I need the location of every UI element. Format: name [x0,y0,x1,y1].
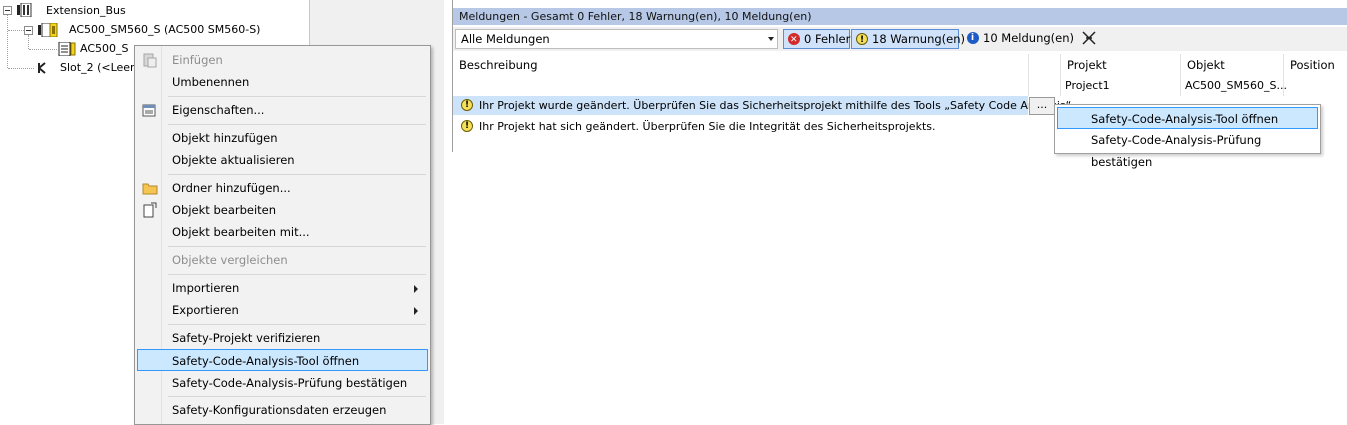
menu-item-label: Safety-Code-Analysis-Prüfung bestätigen [172,376,408,390]
column-header-projekt[interactable]: Projekt [1061,54,1181,76]
warnings-label: 18 Warnung(en) [872,32,965,46]
tree-item-label: AC500_SM560_S (AC500 SM560-S) [69,23,261,36]
menu-item-label: Eigenschaften... [172,103,265,117]
column-divider [1060,54,1061,96]
popup-item-safety-code-analysis-tool-oeffnen[interactable]: Safety-Code-Analysis-Tool öffnen [1057,107,1318,129]
warning-icon [856,31,868,49]
tree-line [7,15,8,68]
warnings-toggle-button[interactable]: 18 Warnung(en) [851,29,965,49]
tree-line [29,49,57,50]
column-divider [1028,54,1029,96]
collapse-toggle[interactable] [24,26,33,35]
warning-icon [461,117,473,136]
warning-icon [461,96,473,115]
paste-icon [142,52,158,68]
menu-item-importieren[interactable]: Importieren [137,277,428,299]
menu-item-exportieren[interactable]: Exportieren [137,299,428,321]
table-row-selected[interactable]: Ihr Projekt wurde geändert. Überprüfen S… [453,96,1075,115]
menu-separator [168,396,426,397]
menu-separator [168,324,426,325]
menu-item-label: Einfügen [172,53,223,67]
tree-line [28,35,29,49]
column-header-position[interactable]: Position [1284,54,1347,76]
menu-item-umbenennen[interactable]: Umbenennen [137,71,428,93]
menu-item-label: Objekte aktualisieren [172,153,295,167]
table-row[interactable]: Ihr Projekt hat sich geändert. Überprüfe… [453,117,1053,136]
info-label: 10 Meldung(en) [983,31,1074,45]
menu-item-ordner-hinzufuegen[interactable]: Ordner hinzufügen... [137,177,428,199]
row-action-button[interactable]: ... [1029,97,1055,115]
clear-messages-button[interactable] [1081,29,1101,49]
menu-item-label: Safety-Konfigurationsdaten erzeugen [172,403,387,417]
tree-item-label: Extension_Bus [46,4,126,17]
menu-item-label: Objekt bearbeiten [172,203,277,217]
submenu-arrow-icon [414,285,418,293]
menu-separator [168,124,426,125]
errors-toggle-button[interactable]: 0 Fehler [783,29,850,49]
menu-item-label: Safety-Projekt verifizieren [172,331,321,345]
slot-icon [36,61,52,75]
menu-item-label: Objekte vergleichen [172,253,288,267]
column-divider [1180,54,1181,96]
menu-item-label: Umbenennen [172,75,250,89]
menu-item-safety-projekt-verifizieren[interactable]: Safety-Projekt verifizieren [137,327,428,349]
menu-item-einfuegen[interactable]: Einfügen [137,49,428,71]
safety-module-icon [38,22,58,38]
menu-item-label: Exportieren [172,303,239,317]
program-icon [58,41,76,57]
popup-item-label: Safety-Code-Analysis-Tool öffnen [1091,112,1279,126]
menu-separator [168,96,426,97]
menu-item-safety-code-analysis-pruefung-bestaetigen[interactable]: Safety-Code-Analysis-Prüfung bestätigen [137,372,428,394]
bus-icon [17,2,33,18]
clear-messages-icon [1082,31,1096,45]
popup-item-safety-code-analysis-pruefung-bestaetigen[interactable]: Safety-Code-Analysis-Prüfung bestätigen [1057,129,1318,169]
properties-icon [142,102,158,118]
menu-item-safety-code-analysis-tool-oeffnen[interactable]: Safety-Code-Analysis-Tool öffnen [137,349,428,371]
menu-separator [168,274,426,275]
message-filter-select[interactable]: Alle Meldungen [455,29,778,49]
tree-item-label: AC500_S [80,42,129,55]
menu-separator [168,174,426,175]
row-1-project: Project1 [1065,79,1110,92]
filter-value: Alle Meldungen [461,32,550,46]
menu-item-objekt-hinzufuegen[interactable]: Objekt hinzufügen [137,127,428,149]
menu-item-objekte-aktualisieren[interactable]: Objekte aktualisieren [137,149,428,171]
menu-item-label: Importieren [172,281,240,295]
info-icon [967,29,979,47]
tree-line [8,30,24,31]
menu-item-eigenschaften[interactable]: Eigenschaften... [137,99,428,121]
row-1-object: AC500_SM560_S... [1185,79,1287,92]
row-action-popup-menu: Safety-Code-Analysis-Tool öffnen Safety-… [1054,104,1321,169]
menu-item-safety-konfigurationsdaten-erzeugen[interactable]: Safety-Konfigurationsdaten erzeugen [137,399,428,421]
submenu-arrow-icon [414,307,418,315]
messages-title: Meldungen - Gesamt 0 Fehler, 18 Warnung(… [453,8,1347,25]
menu-item-label: Ordner hinzufügen... [172,181,291,195]
menu-item-label: Objekt hinzufügen [172,131,278,145]
menu-item-label: Objekt bearbeiten mit... [172,225,310,239]
info-toggle-button[interactable]: 10 Meldung(en) [963,29,1074,49]
errors-label: 0 Fehler [804,32,851,46]
error-icon [788,31,800,49]
column-header-beschreibung[interactable]: Beschreibung [453,54,1029,76]
menu-item-objekte-vergleichen[interactable]: Objekte vergleichen [137,249,428,271]
menu-item-label: Safety-Code-Analysis-Tool öffnen [172,354,360,368]
tree-line [8,68,34,69]
menu-separator [168,246,426,247]
folder-icon [142,180,158,196]
edit-object-icon [142,202,158,218]
menu-item-objekt-bearbeiten-mit[interactable]: Objekt bearbeiten mit... [137,221,428,243]
row-description: Ihr Projekt hat sich geändert. Überprüfe… [479,120,936,133]
chevron-down-icon [768,37,774,41]
column-header-objekt[interactable]: Objekt [1181,54,1284,76]
collapse-toggle[interactable] [3,6,12,15]
messages-toolbar: Alle Meldungen 0 Fehler 18 Warnung(en) 1… [453,27,1347,51]
popup-item-label: Safety-Code-Analysis-Prüfung bestätigen [1091,133,1262,169]
context-menu: Einfügen Umbenennen Eigenschaften... Obj… [134,45,431,425]
menu-item-objekt-bearbeiten[interactable]: Objekt bearbeiten [137,199,428,221]
row-description: Ihr Projekt wurde geändert. Überprüfen S… [479,99,1075,112]
